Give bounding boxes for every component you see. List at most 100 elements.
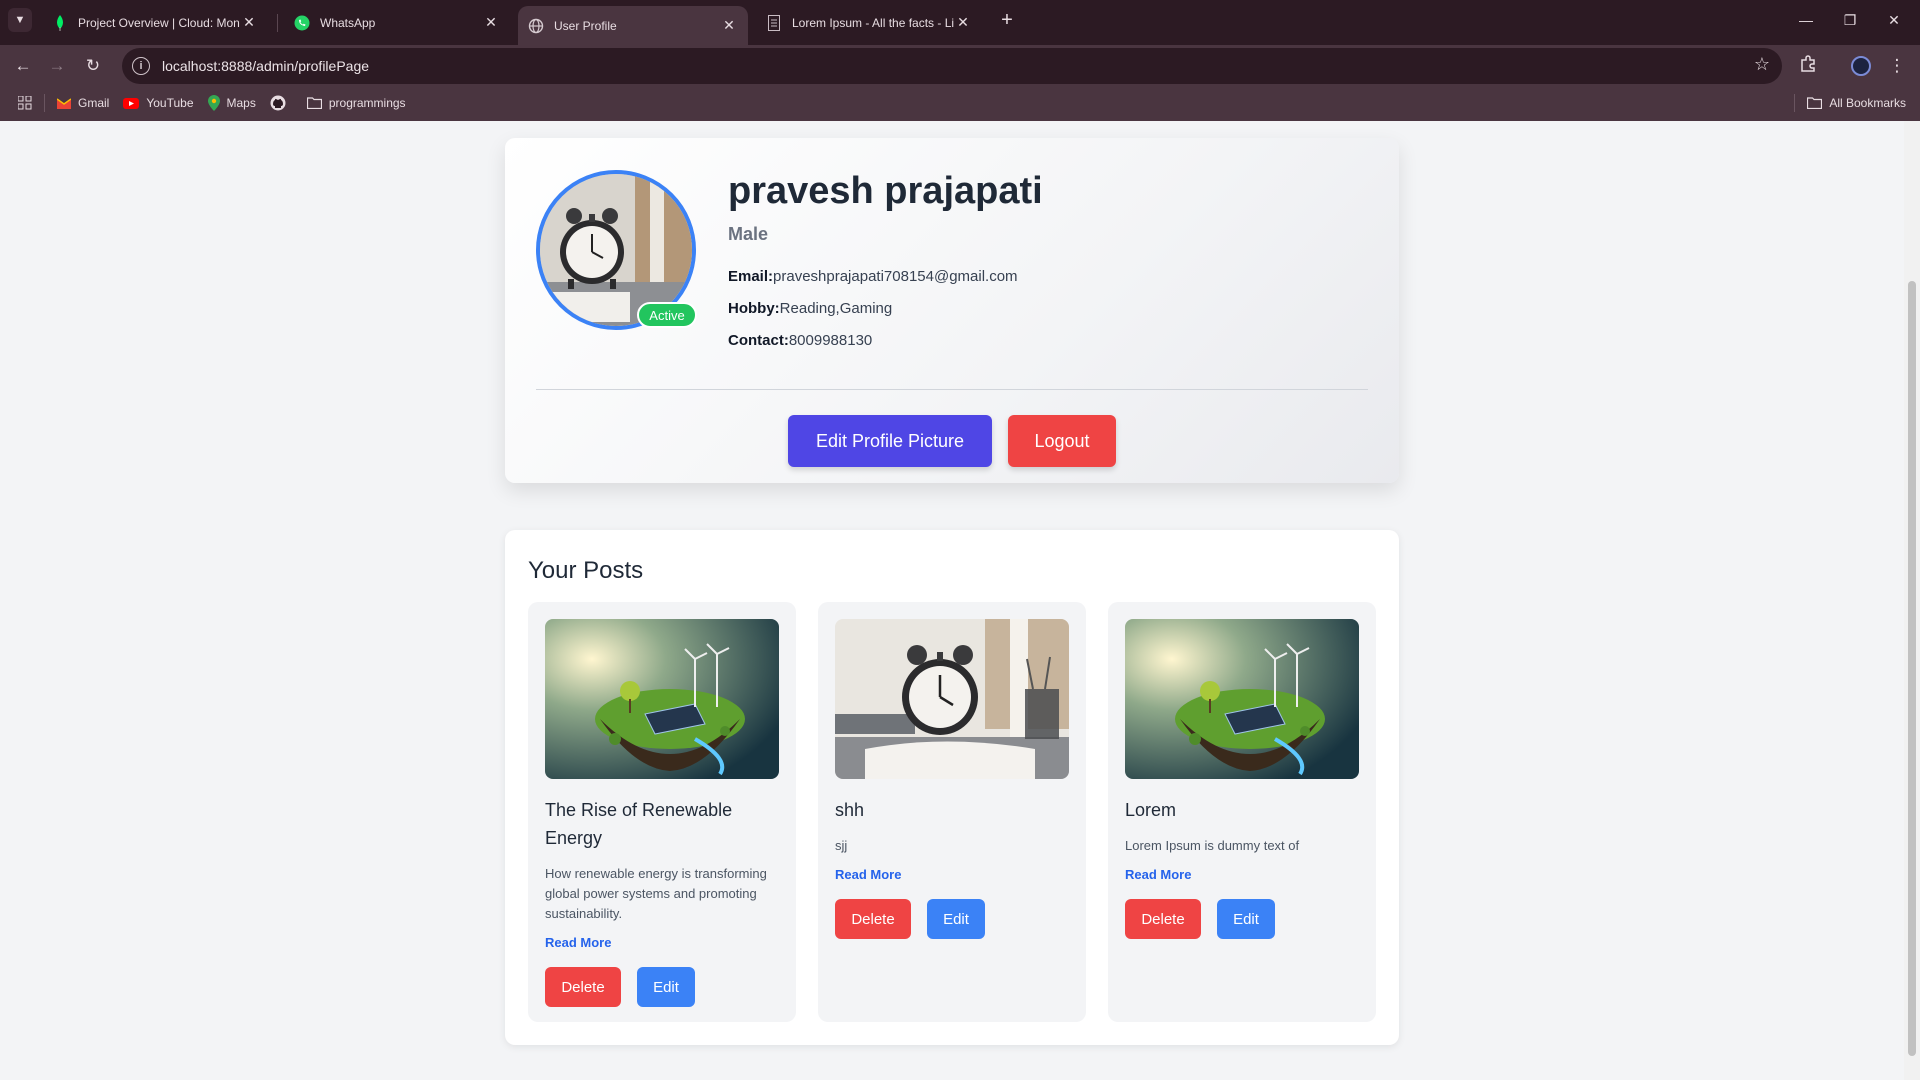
profile-name: pravesh prajapati xyxy=(728,170,1043,212)
folder-icon xyxy=(306,97,322,109)
tab-title: Project Overview | Cloud: Mong xyxy=(78,15,240,30)
puzzle-icon xyxy=(1799,54,1817,78)
edit-post-button[interactable]: Edit xyxy=(637,967,695,1007)
bookmark-label: programmings xyxy=(328,96,406,110)
bookmark-star-icon[interactable]: ☆ xyxy=(1754,54,1770,75)
bookmark-divider xyxy=(1794,94,1796,112)
post-description: sjj xyxy=(835,838,848,853)
delete-post-button[interactable]: Delete xyxy=(545,967,621,1007)
site-info-icon[interactable]: i xyxy=(132,57,150,75)
profile-gender: Male xyxy=(728,224,769,244)
close-icon[interactable]: ✕ xyxy=(240,14,258,31)
back-button[interactable]: ← xyxy=(8,51,38,81)
post-image xyxy=(545,619,779,779)
scrollbar-thumb[interactable] xyxy=(1908,281,1916,1056)
close-window-button[interactable]: ✕ xyxy=(1866,0,1920,40)
delete-post-button[interactable]: Delete xyxy=(835,899,911,939)
post-title: The Rise of Renewable Energy xyxy=(545,800,733,848)
profile-button[interactable] xyxy=(1846,51,1876,81)
tab-user-profile[interactable]: User Profile ✕ xyxy=(518,6,748,45)
post-title: Lorem xyxy=(1125,800,1177,820)
post-image xyxy=(835,619,1069,779)
profile-contact-row: Contact:8009988130 xyxy=(728,332,872,349)
extensions-button[interactable] xyxy=(1793,51,1823,81)
minimize-icon: — xyxy=(1799,12,1813,28)
alarm-clock-image xyxy=(835,619,1069,779)
profile-hobby-row: Hobby:Reading,Gaming xyxy=(728,300,892,317)
renewable-energy-image xyxy=(1125,619,1359,779)
bookmark-divider xyxy=(44,94,45,112)
bookmarks-bar: Gmail YouTube Maps programmings All Book… xyxy=(0,86,1920,120)
bookmark-folder-programmings[interactable]: programmings xyxy=(306,96,406,110)
profile-email-row: Email:praveshprajapati708154@gmail.com xyxy=(728,268,1018,285)
delete-post-button[interactable]: Delete xyxy=(1125,899,1201,939)
tab-title: User Profile xyxy=(554,18,617,33)
menu-button[interactable]: ⋮ xyxy=(1882,51,1912,81)
kebab-menu-icon: ⋮ xyxy=(1888,56,1906,75)
reload-icon: ↻ xyxy=(85,56,101,75)
tab-project-overview[interactable]: Project Overview | Cloud: Mong ✕ xyxy=(42,6,268,39)
email-label: Email: xyxy=(728,268,774,285)
close-icon[interactable]: ✕ xyxy=(954,14,972,31)
youtube-icon xyxy=(123,97,140,109)
read-more-link[interactable]: Read More xyxy=(1125,867,1191,882)
tab-title: WhatsApp xyxy=(320,15,376,30)
bookmark-label: Gmail xyxy=(78,96,110,110)
chevron-down-icon: ▼ xyxy=(14,14,26,26)
avatar-icon xyxy=(1851,56,1871,76)
bookmark-label: YouTube xyxy=(146,96,194,110)
edit-post-button[interactable]: Edit xyxy=(927,899,985,939)
restore-icon: ❐ xyxy=(1843,11,1857,28)
bookmark-youtube[interactable]: YouTube xyxy=(123,96,194,110)
forward-button[interactable]: → xyxy=(42,51,72,81)
renewable-energy-image xyxy=(545,619,779,779)
post-description: How renewable energy is transforming glo… xyxy=(545,866,767,921)
divider xyxy=(536,389,1368,390)
gmail-icon xyxy=(57,97,71,109)
mongodb-leaf-icon xyxy=(52,14,68,31)
contact-value: 8009988130 xyxy=(788,332,873,349)
read-more-link[interactable]: Read More xyxy=(835,867,901,882)
email-value: praveshprajapati708154@gmail.com xyxy=(773,268,1018,285)
bookmark-maps[interactable]: Maps xyxy=(207,95,256,111)
post-card: shh sjj Read More Delete Edit xyxy=(818,602,1086,1022)
folder-icon xyxy=(1807,97,1823,109)
tab-search-button[interactable]: ▼ xyxy=(8,8,32,32)
arrow-right-icon: → xyxy=(48,56,66,75)
post-title: shh xyxy=(835,800,865,820)
hobby-label: Hobby: xyxy=(728,300,780,317)
page-scrollbar[interactable] xyxy=(1904,121,1920,1080)
read-more-link[interactable]: Read More xyxy=(545,935,611,950)
close-icon[interactable]: ✕ xyxy=(482,14,500,31)
hobby-value: Reading,Gaming xyxy=(779,300,893,317)
close-icon[interactable]: ✕ xyxy=(720,17,738,34)
bookmark-gmail[interactable]: Gmail xyxy=(57,96,109,110)
globe-icon xyxy=(528,18,544,34)
tab-lorem-ipsum[interactable]: Lorem Ipsum - All the facts - Lip ✕ xyxy=(756,6,982,39)
url-text[interactable]: localhost:8888/admin/profilePage xyxy=(162,58,369,74)
post-description: Lorem Ipsum is dummy text of xyxy=(1125,838,1300,853)
logout-button[interactable]: Logout xyxy=(1008,415,1116,467)
edit-post-button[interactable]: Edit xyxy=(1217,899,1275,939)
new-tab-button[interactable]: + xyxy=(995,8,1019,32)
plus-icon: + xyxy=(1001,9,1013,31)
contact-label: Contact: xyxy=(728,332,789,349)
address-bar[interactable]: i localhost:8888/admin/profilePage ☆ xyxy=(122,48,1782,84)
all-bookmarks-button[interactable]: All Bookmarks xyxy=(1782,94,1906,112)
edit-profile-picture-button[interactable]: Edit Profile Picture xyxy=(788,415,992,467)
tab-title: Lorem Ipsum - All the facts - Lip xyxy=(792,15,954,30)
github-icon xyxy=(270,95,286,111)
profile-card: Active pravesh prajapati Male Email:prav… xyxy=(505,138,1399,483)
tab-divider xyxy=(277,14,278,32)
all-bookmarks-label: All Bookmarks xyxy=(1829,96,1906,110)
whatsapp-icon xyxy=(294,15,310,31)
avatar-container: Active xyxy=(536,170,697,330)
browser-toolbar: ← → ↻ i localhost:8888/admin/profilePage… xyxy=(0,45,1920,125)
apps-grid-icon[interactable] xyxy=(18,96,32,110)
tab-whatsapp[interactable]: WhatsApp ✕ xyxy=(284,6,510,39)
bookmark-github[interactable] xyxy=(270,95,293,111)
bookmark-label: Maps xyxy=(226,96,256,110)
posts-section: Your Posts The Rise of Renewable Energy … xyxy=(505,530,1399,1045)
arrow-left-icon: ← xyxy=(14,56,32,75)
reload-button[interactable]: ↻ xyxy=(78,51,108,81)
